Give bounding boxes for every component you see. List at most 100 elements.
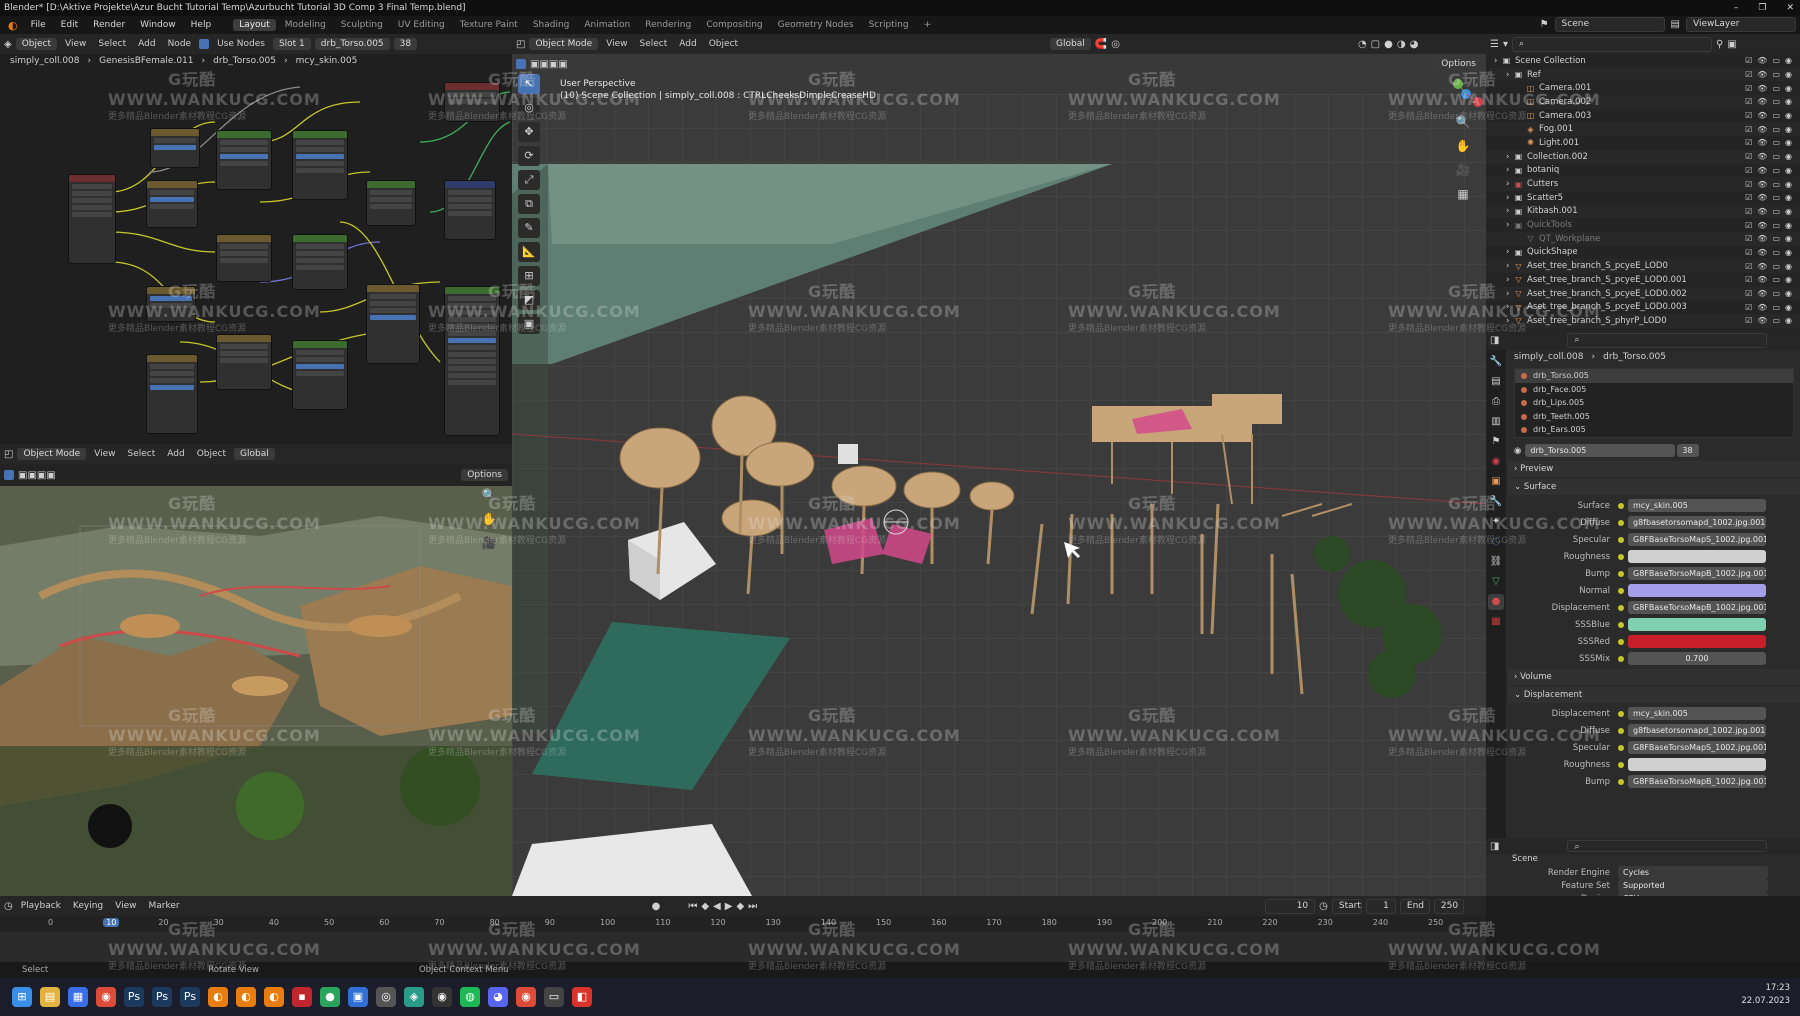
select-box-icon[interactable] [4,470,14,480]
prev-keyframe-icon[interactable]: ◆ [701,901,709,912]
timeline-menu-playback[interactable]: Playback [17,901,65,911]
visibility-toggle-icon[interactable]: 👁 [1757,207,1767,216]
socket-dot-icon[interactable] [1618,778,1624,785]
visibility-toggle-icon[interactable]: 👁 [1757,262,1767,271]
blender-icon[interactable]: ◐ [208,987,228,1007]
view-layer-tab-icon[interactable]: ▥ [1488,414,1504,430]
scene-selector[interactable]: Scene [1554,17,1665,32]
editor-type-icon[interactable]: ◨ [1490,335,1499,346]
shader-input-value[interactable] [1628,618,1766,631]
socket-dot-icon[interactable] [1618,655,1624,662]
visibility-toggle-icon[interactable]: ☑ [1745,248,1752,257]
constraints-tab-icon[interactable]: ⛓ [1488,554,1504,570]
pan-icon[interactable]: ✋ [478,512,500,532]
end-frame-field[interactable]: 250 [1433,898,1464,914]
visibility-toggle-icon[interactable]: 👁 [1757,97,1767,106]
socket-dot-icon[interactable] [1618,587,1624,594]
visibility-toggle-icon[interactable]: ◉ [1785,97,1792,106]
filter-icon[interactable]: ▾ [1503,39,1508,50]
blender-2-icon[interactable]: ◐ [264,987,284,1007]
outliner-search-input[interactable]: ⌕ [1512,36,1712,52]
filter-funnel-icon[interactable]: ⚲ [1716,39,1723,50]
socket-dot-icon[interactable] [1618,744,1624,751]
slot-selector[interactable]: Slot 1 [272,38,311,50]
visibility-toggle-icon[interactable]: 👁 [1757,234,1767,243]
node-bright-contrast-3[interactable] [216,334,272,390]
material-slot-item[interactable]: drb_Teeth.005 [1515,410,1793,424]
chrome-2-icon[interactable]: ◉ [516,987,536,1007]
app-monitor-icon[interactable]: ▭ [544,987,564,1007]
visibility-toggle-icon[interactable]: ☑ [1745,303,1752,312]
visibility-toggle-icon[interactable]: ▭ [1772,207,1780,216]
tab-layout[interactable]: Layout [233,19,276,31]
outliner-row[interactable]: › ▣ Cutters ☑ 👁 ▭ ◉ [1486,177,1800,191]
visibility-toggle-icon[interactable]: ☑ [1745,262,1752,271]
outliner-row[interactable]: › ▣ Scatter5 ☑ 👁 ▭ ◉ [1486,191,1800,205]
node-bright-contrast-2[interactable] [216,234,272,282]
expand-chevron-icon[interactable]: › [1506,70,1514,80]
editor-type-icon[interactable]: ◷ [4,901,13,912]
outliner-row[interactable]: ◈ Fog.001 ☑ 👁 ▭ ◉ [1486,122,1800,137]
add-cube-tool-icon[interactable]: ⊞ [518,266,540,286]
minimize-button[interactable]: – [1734,0,1739,16]
visibility-toggle-icon[interactable]: ◉ [1785,166,1792,175]
visibility-toggle-icon[interactable]: ▭ [1772,275,1780,284]
visibility-toggle-icon[interactable]: ▭ [1772,289,1780,298]
visibility-toggle-icon[interactable]: ◉ [1785,248,1792,257]
shader-input-value[interactable]: mcy_skin.005 [1628,707,1766,720]
shader-input-value[interactable] [1628,550,1766,563]
socket-dot-icon[interactable] [1618,502,1624,509]
tab-scripting[interactable]: Scripting [863,19,915,31]
shader-input-value[interactable] [1628,584,1766,597]
outliner-row[interactable]: ◫ Camera.001 ☑ 👁 ▭ ◉ [1486,81,1800,95]
tab-compositing[interactable]: Compositing [700,19,768,31]
outliner-row[interactable]: › ▣ Ref ☑ 👁 ▭ ◉ [1486,67,1800,82]
tool-tab-icon[interactable]: 🔧 [1488,354,1504,370]
outliner-row[interactable]: › ▽ Aset_tree_branch_S_pcyeE_LOD0.002 ☑ 👁 ▭ ◉ [1486,286,1800,301]
outliner-row[interactable]: › ▽ Aset_tree_branch_S_phyrP_LOD0 ☑ 👁 ▭ ◉ [1486,314,1800,328]
visibility-toggle-icon[interactable]: 👁 [1757,248,1767,257]
expand-chevron-icon[interactable]: › [1494,56,1502,66]
visibility-toggle-icon[interactable]: 👁 [1757,125,1767,134]
node-menu-select[interactable]: Select [94,39,130,49]
next-keyframe-icon[interactable]: ◆ [736,901,744,912]
visibility-toggle-icon[interactable]: 👁 [1757,138,1767,147]
expand-chevron-icon[interactable]: › [1506,302,1514,312]
visibility-toggle-icon[interactable]: ☑ [1745,56,1752,65]
shader-input-value[interactable]: 0.700 [1628,652,1766,665]
visibility-toggle-icon[interactable]: ▭ [1772,166,1780,175]
timeline-menu-marker[interactable]: Marker [145,901,184,911]
visibility-toggle-icon[interactable]: ☑ [1745,138,1752,147]
texture-tab-icon[interactable]: ▦ [1488,614,1504,630]
outliner-row[interactable]: › ▽ Aset_tree_branch_S_pcyeE_LOD0.003 ☑ 👁 ▭ ◉ [1486,300,1800,314]
material-name-field[interactable]: drb_Torso.005 [1525,444,1676,457]
visibility-toggle-icon[interactable]: ◉ [1785,125,1792,134]
visibility-toggle-icon[interactable]: ▭ [1772,70,1780,79]
outliner-row[interactable]: › ▽ Aset_tree_branch_S_pcyeE_LOD0 ☑ 👁 ▭ ◉ [1486,259,1800,273]
quick-shape-tool-icon[interactable]: ◩ [518,290,540,310]
visibility-toggle-icon[interactable]: ▭ [1772,152,1780,161]
socket-dot-icon[interactable] [1618,638,1624,645]
node-mix-2[interactable] [366,284,420,364]
visibility-toggle-icon[interactable]: ▭ [1772,262,1780,271]
outliner-row[interactable]: › ▣ Collection.002 ☑ 👁 ▭ ◉ [1486,149,1800,164]
physics-tab-icon[interactable]: ◌ [1488,534,1504,550]
outliner-row[interactable]: ◫ Camera.003 ☑ 👁 ▭ ◉ [1486,109,1800,123]
visibility-toggle-icon[interactable]: ◉ [1785,262,1792,271]
node-mix-shader[interactable] [366,180,416,226]
visibility-toggle-icon[interactable]: ☑ [1745,275,1752,284]
select-mode-icon[interactable]: ▣▣▣▣ [18,470,56,481]
visibility-toggle-icon[interactable]: 👁 [1757,56,1767,65]
spotify-icon[interactable]: ◍ [460,987,480,1007]
object-type-selector[interactable]: Object [15,38,58,50]
visibility-toggle-icon[interactable]: ◉ [1785,84,1792,93]
blender-active-icon[interactable]: ◐ [236,987,256,1007]
visibility-toggle-icon[interactable]: 👁 [1757,111,1767,120]
surface-panel[interactable]: ⌄ Surface [1508,479,1800,495]
photoshop-2-icon[interactable]: Ps [152,987,172,1007]
tab-uv-editing[interactable]: UV Editing [392,19,451,31]
material-slot-item[interactable]: drb_Torso.005 [1515,369,1793,383]
node-mix[interactable] [150,128,200,168]
expand-chevron-icon[interactable]: › [1506,193,1514,203]
app-dark-icon[interactable]: ◉ [432,987,452,1007]
